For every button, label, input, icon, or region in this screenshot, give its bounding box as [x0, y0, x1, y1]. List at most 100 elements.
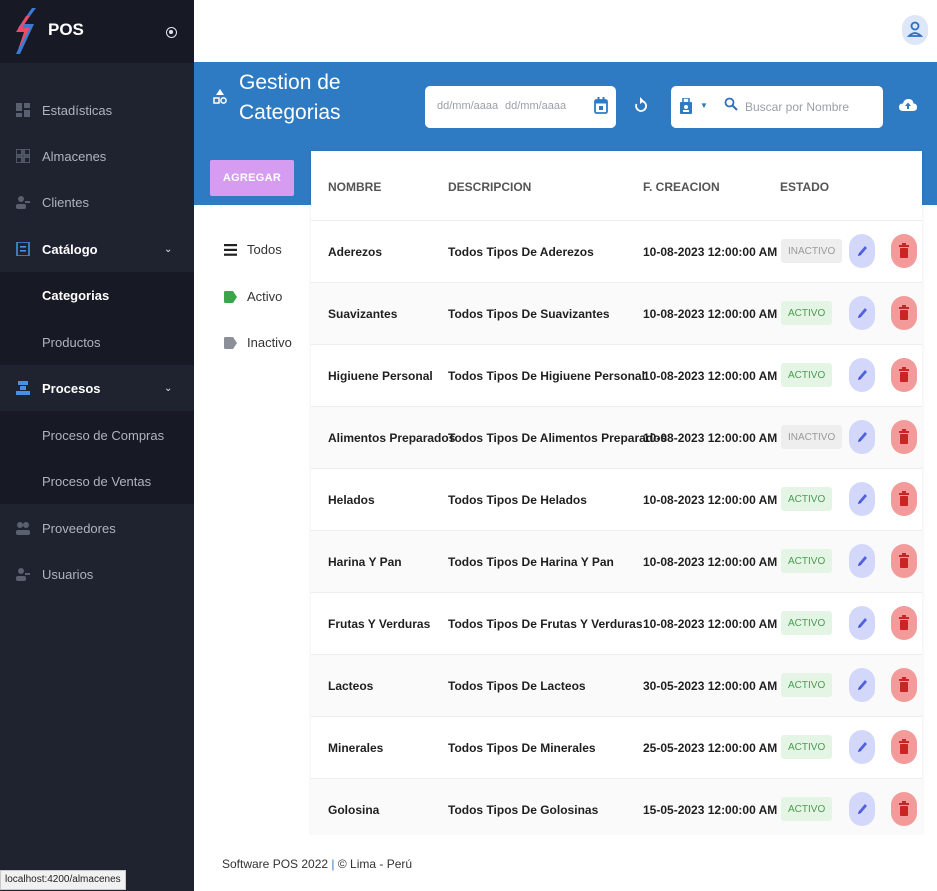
- filter-type-icon[interactable]: [679, 98, 693, 116]
- table-row: Minerales Todos Tipos De Minerales 25-05-2…: [311, 717, 922, 779]
- cell-descripcion: Todos Tipos De Helados: [448, 493, 587, 507]
- user-account-button[interactable]: [902, 15, 928, 45]
- delete-button[interactable]: [891, 606, 917, 640]
- sidebar-subitem-proceso-compras[interactable]: Proceso de Compras: [42, 428, 164, 443]
- cell-descripcion: Todos Tipos De Higiuene Personal: [448, 369, 645, 383]
- edit-button[interactable]: [849, 482, 875, 516]
- tag-green-icon: [224, 290, 237, 303]
- trash-icon: [899, 553, 909, 568]
- trash-icon: [899, 677, 909, 692]
- table-row: Higiuene Personal Todos Tipos De Higiuene…: [311, 345, 922, 407]
- edit-button[interactable]: [849, 668, 875, 702]
- procesos-submenu: Proceso de Compras Proceso de Ventas: [0, 411, 194, 504]
- sidebar-item-label: Clientes: [42, 194, 89, 210]
- search-input[interactable]: Buscar por Nombre: [745, 100, 849, 114]
- edit-button[interactable]: [849, 358, 875, 392]
- cell-fecha: 25-05-2023 12:00:00 AM: [643, 741, 778, 755]
- cell-descripcion: Todos Tipos De Minerales: [448, 741, 596, 755]
- table-row: Frutas Y Verduras Todos Tipos De Frutas Y…: [311, 593, 922, 655]
- table-header: NOMBRE DESCRIPCION F. CREACION ESTADO: [311, 151, 922, 221]
- edit-button[interactable]: [849, 792, 875, 826]
- pencil-icon: [858, 308, 867, 318]
- cell-fecha: 10-08-2023 12:00:00 AM: [643, 555, 778, 569]
- cell-nombre: Minerales: [328, 741, 384, 755]
- pencil-icon: [858, 494, 867, 504]
- sidebar-item-almacenes[interactable]: Almacenes: [0, 133, 194, 179]
- delete-button[interactable]: [891, 482, 917, 516]
- edit-button[interactable]: [849, 730, 875, 764]
- delete-button[interactable]: [891, 544, 917, 578]
- sidebar-item-procesos[interactable]: Procesos ⌄: [0, 365, 194, 411]
- cloud-upload-icon[interactable]: [899, 98, 917, 114]
- filter-label: Inactivo: [247, 335, 292, 350]
- cell-descripcion: Todos Tipos De Alimentos Preparados: [448, 431, 668, 445]
- sidebar-subitem-productos[interactable]: Productos: [42, 335, 101, 350]
- cell-nombre: Frutas Y Verduras: [328, 617, 431, 631]
- cell-descripcion: Todos Tipos De Frutas Y Verduras: [448, 617, 643, 631]
- edit-button[interactable]: [849, 234, 875, 268]
- delete-button[interactable]: [891, 730, 917, 764]
- table-row: Alimentos Preparados Todos Tipos De Alime…: [311, 407, 922, 469]
- refresh-icon[interactable]: [634, 97, 648, 114]
- cell-fecha: 10-08-2023 12:00:00 AM: [643, 431, 778, 445]
- edit-button[interactable]: [849, 606, 875, 640]
- delete-button[interactable]: [891, 420, 917, 454]
- sidebar-item-label: Catálogo: [42, 241, 98, 257]
- table-row: Suavizantes Todos Tipos De Suavizantes 10-…: [311, 283, 922, 345]
- filter-todos[interactable]: Todos: [224, 242, 282, 257]
- categories-icon: [213, 89, 227, 104]
- list-icon: [224, 243, 237, 256]
- edit-button[interactable]: [849, 420, 875, 454]
- filter-activo[interactable]: Activo: [224, 289, 282, 304]
- warehouse-icon: [16, 149, 30, 163]
- sidebar-item-proveedores[interactable]: Proveedores: [0, 505, 194, 551]
- sidebar-item-label: Almacenes: [42, 148, 107, 164]
- edit-button[interactable]: [849, 544, 875, 578]
- sidebar-item-usuarios[interactable]: Usuarios: [0, 551, 194, 597]
- column-header-descripcion[interactable]: DESCRIPCION: [448, 180, 531, 194]
- filter-inactivo[interactable]: Inactivo: [224, 335, 292, 350]
- add-category-button[interactable]: AGREGAR: [210, 160, 294, 196]
- process-icon: [16, 381, 30, 395]
- column-header-nombre[interactable]: NOMBRE: [328, 180, 381, 194]
- sidebar-subitem-categorias[interactable]: Categorias: [42, 288, 109, 303]
- table-row: Helados Todos Tipos De Helados 10-08-2023 …: [311, 469, 922, 531]
- status-badge: ACTIVO: [781, 487, 833, 511]
- sidebar-item-catalogo[interactable]: Catálogo ⌄: [0, 226, 194, 272]
- delete-button[interactable]: [891, 358, 917, 392]
- status-bar-url: localhost:4200/almacenes: [0, 870, 126, 890]
- calendar-icon[interactable]: [594, 97, 608, 115]
- cell-nombre: Alimentos Preparados: [328, 431, 456, 445]
- sidebar-item-label: Usuarios: [42, 566, 94, 582]
- sidebar-item-clientes[interactable]: Clientes: [0, 179, 194, 225]
- sidebar-item-label: Procesos: [42, 380, 101, 396]
- edit-button[interactable]: [849, 296, 875, 330]
- column-header-estado[interactable]: ESTADO: [780, 180, 829, 194]
- trash-icon: [899, 739, 909, 754]
- categories-table: NOMBRE DESCRIPCION F. CREACION ESTADO Ad…: [311, 151, 922, 835]
- trash-icon: [899, 491, 909, 506]
- pencil-icon: [858, 556, 867, 566]
- status-badge: ACTIVO: [781, 549, 833, 573]
- page-title: Gestion de Categorias: [239, 71, 341, 124]
- date-from-input[interactable]: dd/mm/aaaa: [437, 100, 498, 112]
- trash-icon: [899, 429, 909, 444]
- sidebar-toggle-icon[interactable]: [166, 27, 177, 38]
- delete-button[interactable]: [891, 792, 917, 826]
- column-header-fecha[interactable]: F. CREACION: [643, 180, 720, 194]
- catalog-icon: [16, 242, 30, 256]
- sidebar-subitem-proceso-ventas[interactable]: Proceso de Ventas: [42, 474, 151, 489]
- date-to-input[interactable]: dd/mm/aaaa: [505, 100, 566, 112]
- table-row: Lacteos Todos Tipos De Lacteos 30-05-2023 …: [311, 655, 922, 717]
- sidebar-item-estadisticas[interactable]: Estadísticas: [0, 87, 194, 133]
- delete-button[interactable]: [891, 234, 917, 268]
- cell-nombre: Lacteos: [328, 679, 374, 693]
- dropdown-caret-icon[interactable]: ▼: [700, 101, 708, 110]
- cell-descripcion: Todos Tipos De Lacteos: [448, 679, 586, 693]
- delete-button[interactable]: [891, 296, 917, 330]
- footer-text: Software POS 2022 | © Lima - Perú: [222, 857, 413, 871]
- date-range-picker[interactable]: dd/mm/aaaa dd/mm/aaaa: [425, 86, 616, 128]
- pencil-icon: [858, 680, 867, 690]
- clients-icon: [16, 196, 30, 209]
- delete-button[interactable]: [891, 668, 917, 702]
